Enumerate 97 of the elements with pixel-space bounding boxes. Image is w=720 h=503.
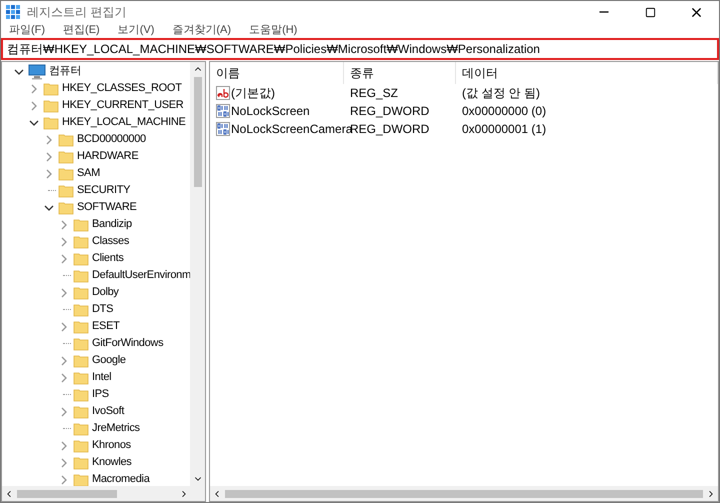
folder-icon: [73, 456, 89, 470]
folder-icon: [73, 302, 89, 316]
column-header[interactable]: 데이터: [456, 62, 718, 84]
tree-item[interactable]: GitForWindows: [92, 335, 164, 352]
folder-icon: [73, 286, 89, 300]
column-header[interactable]: 이름: [210, 62, 344, 84]
folder-icon: [73, 252, 89, 266]
expand-icon[interactable]: [44, 152, 54, 162]
scroll-thumb[interactable]: [17, 490, 117, 498]
value-name[interactable]: NoLockScreen: [231, 102, 310, 120]
expand-icon[interactable]: [59, 372, 69, 382]
expand-icon[interactable]: [29, 100, 39, 110]
expand-icon[interactable]: [59, 406, 69, 416]
expand-icon[interactable]: [59, 220, 69, 230]
value-data: (값 설정 안 됨): [461, 85, 541, 102]
expand-icon[interactable]: [59, 458, 69, 468]
tree-item[interactable]: ESET: [92, 318, 120, 335]
folder-icon: [73, 422, 89, 436]
tree-item[interactable]: HKEY_CLASSES_ROOT: [62, 80, 182, 97]
address-field[interactable]: 컴퓨터₩HKEY_LOCAL_MACHINE₩SOFTWARE₩Policies₩Microsoft₩Windows₩Personalization: [1, 38, 719, 60]
expand-icon[interactable]: [59, 356, 69, 366]
tree-item[interactable]: Dolby: [92, 284, 119, 301]
folder-icon: [73, 336, 89, 350]
expand-icon[interactable]: [59, 254, 69, 264]
tree-item[interactable]: JreMetrics: [92, 420, 140, 437]
folder-icon: [73, 388, 89, 402]
tree-item[interactable]: DefaultUserEnvironm: [92, 267, 190, 284]
tree-item[interactable]: SAM: [77, 165, 100, 182]
tree-item[interactable]: SOFTWARE: [77, 199, 137, 216]
folder-icon: [73, 320, 89, 334]
value-name[interactable]: (기본값): [231, 84, 275, 102]
menu-item[interactable]: 보기(V): [118, 22, 154, 38]
tree-item[interactable]: BCD00000000: [77, 131, 146, 148]
tree-item[interactable]: Khronos: [92, 437, 131, 454]
menu-item[interactable]: 편집(E): [63, 22, 100, 38]
tree-item[interactable]: Google: [92, 352, 126, 369]
scroll-thumb[interactable]: [225, 490, 703, 498]
horizontal-scrollbar[interactable]: [210, 486, 718, 501]
menu-item[interactable]: 즐겨찾기(A): [172, 22, 232, 38]
maximize-icon: [644, 6, 656, 18]
expand-icon[interactable]: [59, 236, 69, 246]
folder-icon: [73, 218, 89, 232]
window-title: 레지스트리 편집기: [27, 4, 126, 21]
menu-item[interactable]: 도움말(H): [249, 22, 298, 38]
binary-value-icon: [216, 104, 230, 118]
folder-icon: [73, 438, 89, 452]
folder-icon: [58, 132, 74, 146]
expand-icon[interactable]: [59, 288, 69, 298]
column-header[interactable]: 종류: [344, 62, 456, 84]
value-data: 0x00000000 (0): [461, 103, 548, 120]
folder-icon: [58, 150, 74, 164]
value-type: REG_DWORD: [349, 103, 430, 120]
tree-item[interactable]: HARDWARE: [77, 148, 138, 165]
app-icon: [5, 4, 21, 20]
collapse-icon[interactable]: [29, 118, 39, 128]
folder-icon: [73, 234, 89, 248]
collapse-icon[interactable]: [44, 202, 54, 212]
tree-item[interactable]: Classes: [92, 233, 130, 250]
folder-icon: [58, 166, 74, 180]
vertical-scrollbar[interactable]: [190, 62, 205, 486]
expand-icon[interactable]: [59, 440, 69, 450]
collapse-icon[interactable]: [14, 66, 24, 76]
tree-item[interactable]: 컴퓨터: [49, 63, 82, 80]
tree-item[interactable]: SECURITY: [77, 182, 130, 199]
binary-value-icon: [216, 122, 230, 136]
tree-item[interactable]: Bandizip: [92, 216, 132, 233]
tree-item[interactable]: Intel: [92, 369, 112, 386]
folder-icon: [58, 200, 74, 214]
tree-item[interactable]: IvoSoft: [92, 403, 124, 420]
folder-icon: [43, 82, 59, 96]
expand-icon[interactable]: [59, 474, 69, 484]
folder-icon: [73, 268, 89, 282]
horizontal-scrollbar[interactable]: [2, 486, 205, 501]
folder-icon: [58, 184, 74, 198]
tree-item[interactable]: Macromedia: [92, 471, 150, 486]
tree-item[interactable]: DTS: [92, 301, 114, 318]
value-data: 0x00000001 (1): [461, 121, 548, 138]
computer-icon: [28, 64, 46, 80]
expand-icon[interactable]: [44, 168, 54, 178]
tree-item[interactable]: HKEY_LOCAL_MACHINE: [62, 114, 186, 131]
expand-icon[interactable]: [44, 134, 54, 144]
expand-icon[interactable]: [59, 322, 69, 332]
value-type: REG_SZ: [349, 85, 400, 102]
folder-icon: [43, 116, 59, 130]
scroll-thumb[interactable]: [194, 77, 202, 187]
tree-item[interactable]: HKEY_CURRENT_USER: [62, 97, 184, 114]
tree-item[interactable]: Clients: [92, 250, 124, 267]
folder-icon: [73, 370, 89, 384]
folder-icon: [73, 404, 89, 418]
value-name[interactable]: NoLockScreenCamera: [231, 120, 352, 138]
folder-icon: [73, 354, 89, 368]
string-value-icon: [216, 86, 230, 100]
tree-item[interactable]: IPS: [92, 386, 109, 403]
tree-item[interactable]: Knowles: [92, 454, 132, 471]
expand-icon[interactable]: [29, 84, 39, 94]
folder-icon: [43, 98, 59, 112]
menu-item[interactable]: 파일(F): [9, 22, 46, 38]
